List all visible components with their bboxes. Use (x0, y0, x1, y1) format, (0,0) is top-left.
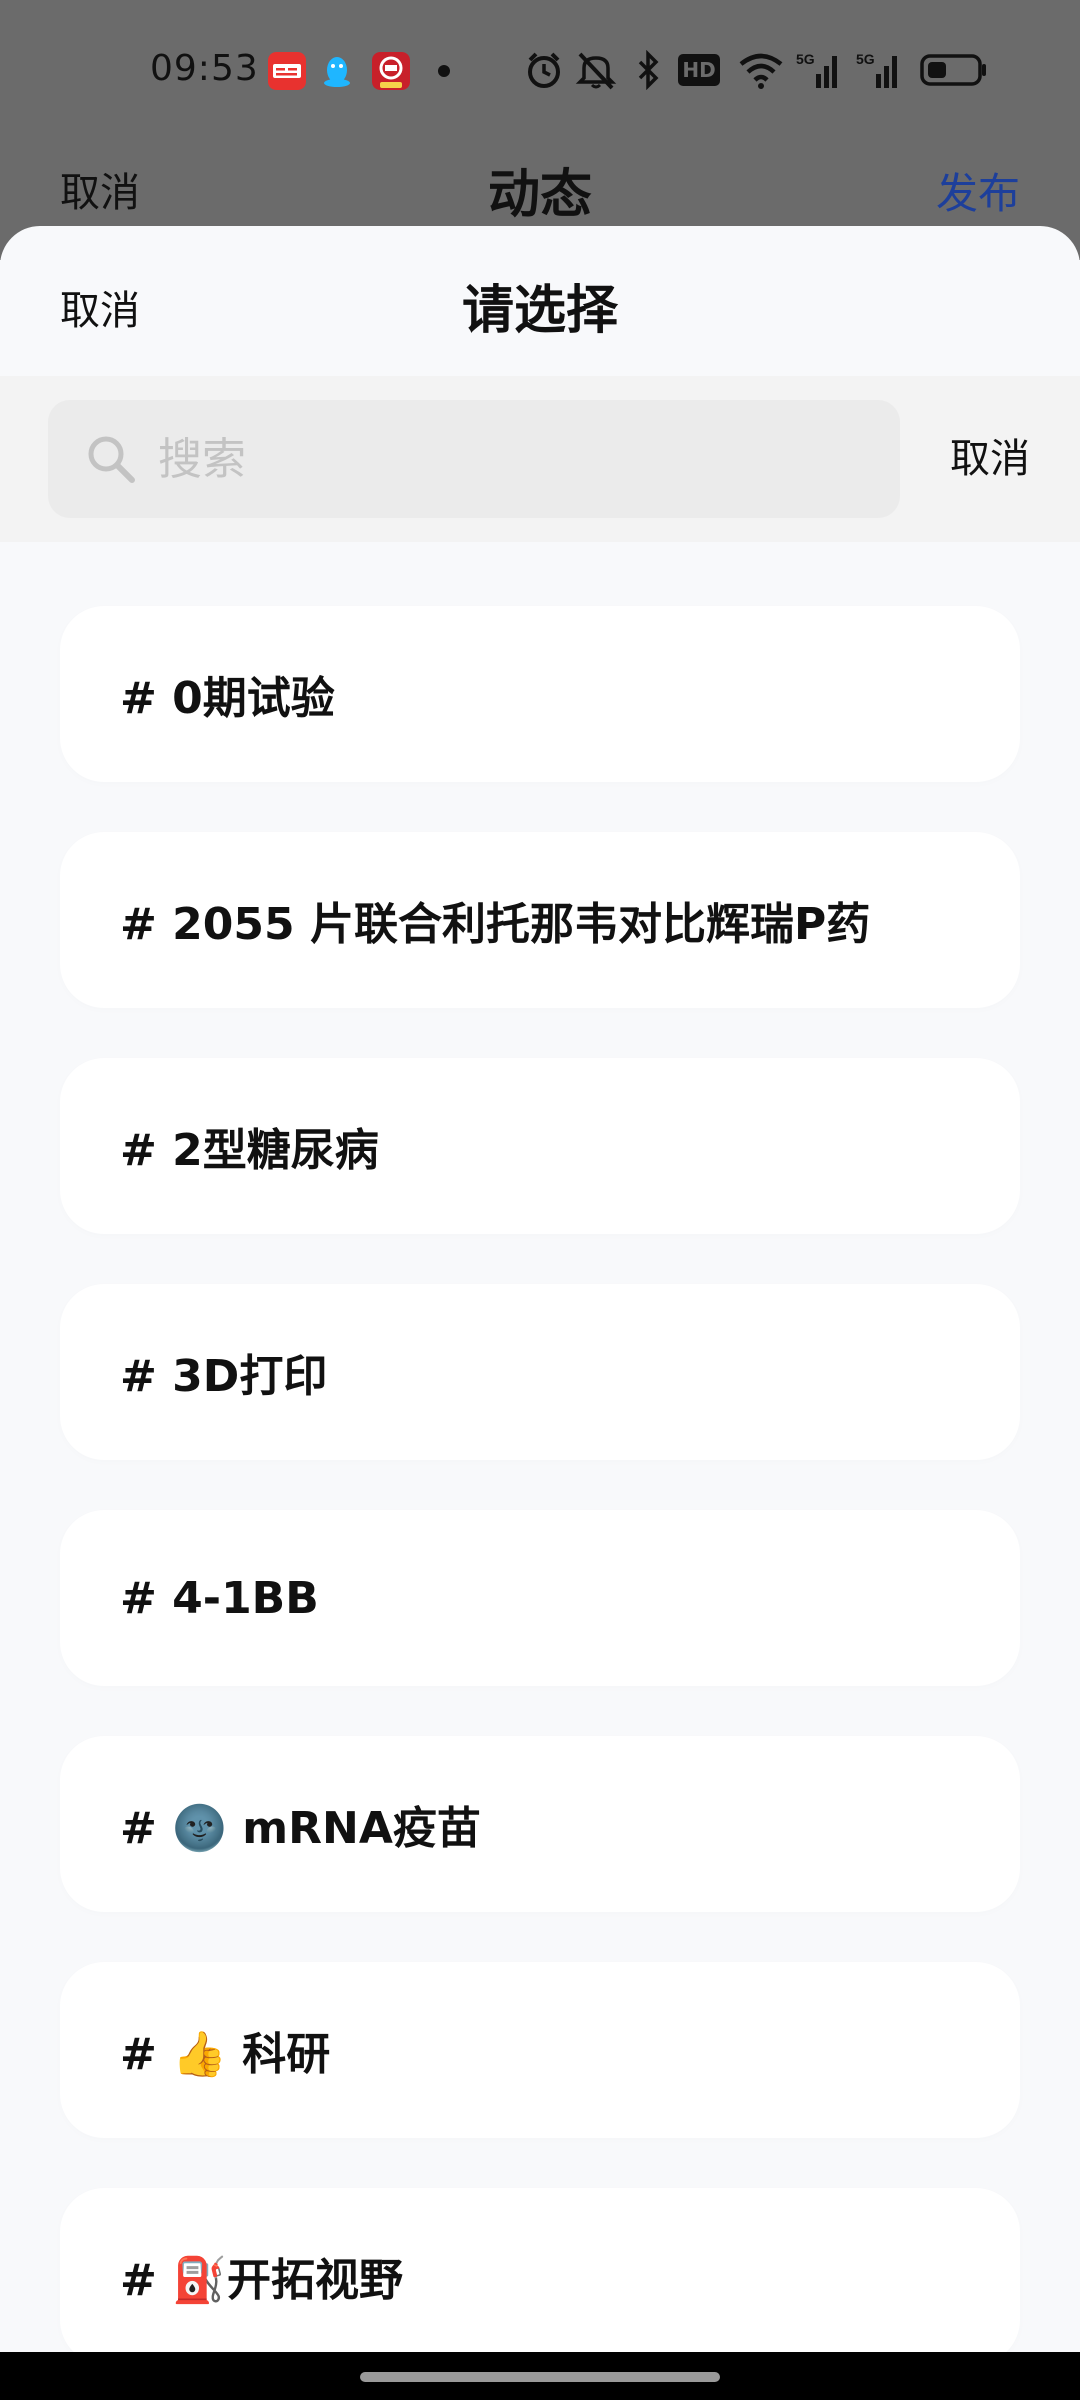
search-cancel-button[interactable]: 取消 (950, 426, 1030, 484)
alarm-icon (528, 52, 560, 88)
topic-label: # 2055 片联合利托那韦对比辉瑞P药 (120, 899, 871, 950)
publish-button[interactable]: 发布 (936, 160, 1020, 221)
topic-item[interactable]: # 🌚 mRNA疫苗 (60, 1736, 1020, 1912)
topic-label: # 2型糖尿病 (120, 1125, 379, 1176)
svg-text:5G: 5G (796, 51, 815, 67)
bluetooth-icon (638, 50, 659, 90)
signal-5g-icon: 5G (856, 51, 897, 88)
topic-picker-sheet: 取消 请选择 取消 # 0期试验 # 2055 片联合利托那韦对比辉瑞P药 # … (0, 226, 1080, 2352)
screen: 09:53 HD 5G 5G 取消 动态 发布 取消 请选择 搜索 取消 # 0… (0, 0, 1080, 2352)
search-input[interactable] (158, 400, 878, 518)
mute-icon (575, 52, 617, 90)
sheet-header: 取消 请选择 (0, 226, 1080, 376)
topic-item[interactable]: # 0期试验 (60, 606, 1020, 782)
topic-item[interactable]: # 👍 科研 (60, 1962, 1020, 2138)
hd-icon: HD (678, 54, 720, 86)
status-time: 09:53 (150, 48, 259, 89)
topic-label: # 4-1BB (120, 1572, 319, 1624)
status-bar: 09:53 HD 5G 5G (0, 0, 1080, 140)
topic-label: # 0期试验 (120, 673, 335, 724)
svg-text:5G: 5G (856, 51, 875, 67)
topic-label: # 👍 科研 (120, 2029, 331, 2080)
navigation-bar (0, 2352, 1080, 2400)
toutiao-app-icon (268, 52, 306, 90)
topic-item[interactable]: # 2055 片联合利托那韦对比辉瑞P药 (60, 832, 1020, 1008)
bank-app-icon (372, 52, 410, 90)
topic-list: # 0期试验 # 2055 片联合利托那韦对比辉瑞P药 # 2型糖尿病 # 3D… (60, 606, 1020, 2352)
underlay-page-title: 动态 (487, 165, 592, 225)
home-indicator[interactable] (360, 2372, 720, 2382)
more-notifications-dot (438, 65, 450, 77)
sheet-title: 请选择 (461, 281, 618, 341)
topic-label: # ⛽开拓视野 (120, 2255, 403, 2306)
topic-label: # 3D打印 (120, 1351, 328, 1402)
topic-label: # 🌚 mRNA疫苗 (120, 1803, 481, 1854)
search-box[interactable] (48, 400, 900, 518)
underlay-page: 09:53 HD 5G 5G 取消 动态 发布 (0, 0, 1080, 260)
topic-item[interactable]: # ⛽开拓视野 (60, 2188, 1020, 2352)
topic-item[interactable]: # 3D打印 (60, 1284, 1020, 1460)
wifi-icon (739, 53, 783, 89)
qq-app-icon (324, 57, 350, 87)
battery-icon (920, 54, 986, 86)
signal-5g-icon: 5G (796, 51, 837, 88)
search-icon (88, 436, 135, 483)
search-bar: 取消 (0, 376, 1080, 542)
underlay-title-bar: 取消 动态 发布 (0, 140, 1080, 230)
topic-item[interactable]: # 2型糖尿病 (60, 1058, 1020, 1234)
topic-item[interactable]: # 4-1BB (60, 1510, 1020, 1686)
